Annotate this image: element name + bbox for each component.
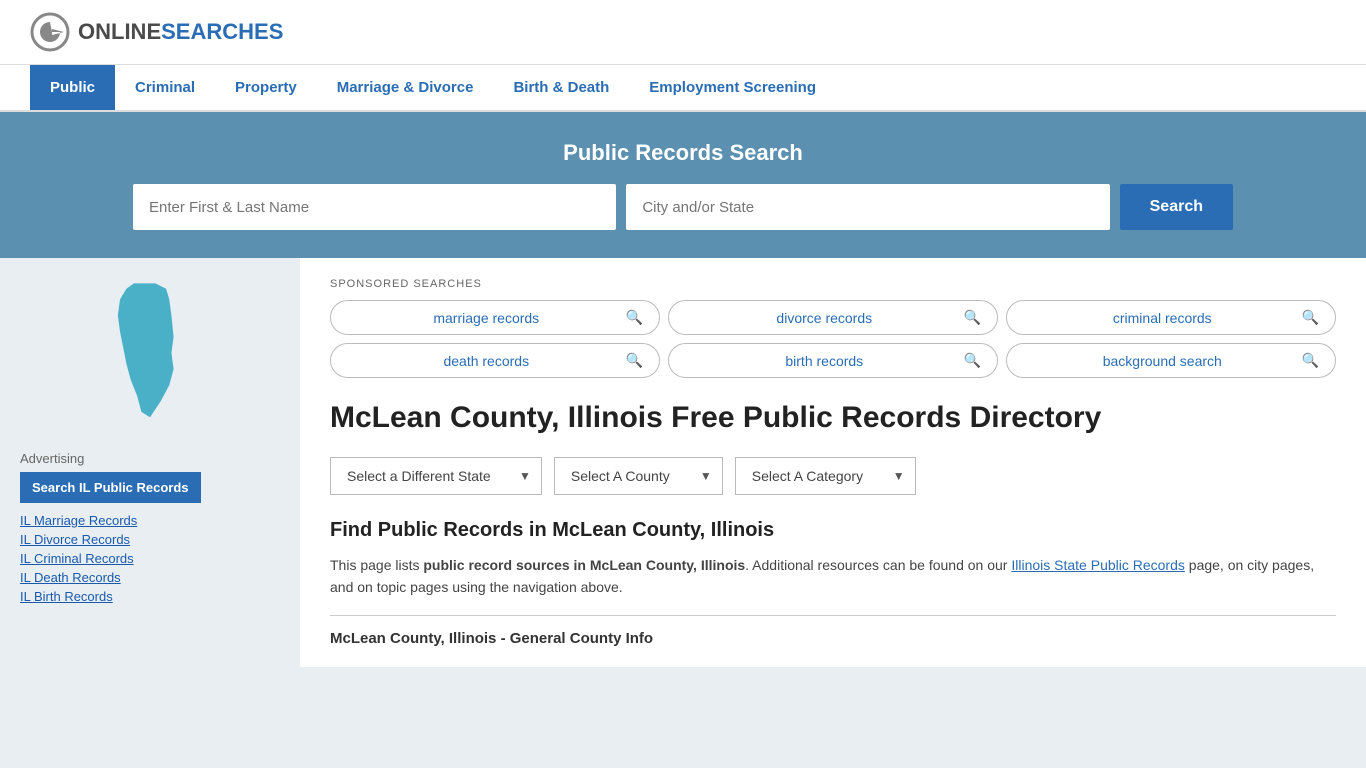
tag-birth-records[interactable]: birth records 🔍 xyxy=(668,343,998,378)
search-button[interactable]: Search xyxy=(1120,184,1233,230)
tag-background-search-text: background search xyxy=(1023,353,1302,369)
sidebar-link-criminal[interactable]: IL Criminal Records xyxy=(20,551,280,566)
category-dropdown-arrow: ▼ xyxy=(893,469,905,483)
tag-background-search[interactable]: background search 🔍 xyxy=(1006,343,1336,378)
county-dropdown[interactable]: Select A County Cook County McLean Count… xyxy=(565,458,696,494)
search-icon-2: 🔍 xyxy=(964,309,981,326)
illinois-map xyxy=(20,278,280,431)
sidebar: Advertising Search IL Public Records IL … xyxy=(0,258,300,667)
state-dropdown[interactable]: Select a Different State Alabama Alaska … xyxy=(341,458,515,494)
tag-divorce-records-text: divorce records xyxy=(685,310,964,326)
tag-death-records[interactable]: death records 🔍 xyxy=(330,343,660,378)
sponsored-label: SPONSORED SEARCHES xyxy=(330,278,1336,290)
state-dropdown-arrow: ▼ xyxy=(519,469,531,483)
illinois-records-link[interactable]: Illinois State Public Records xyxy=(1011,557,1185,573)
search-icon-5: 🔍 xyxy=(964,352,981,369)
nav-item-employment[interactable]: Employment Screening xyxy=(629,65,836,110)
nav-item-public[interactable]: Public xyxy=(30,65,115,110)
page-title: McLean County, Illinois Free Public Reco… xyxy=(330,398,1336,437)
tag-birth-records-text: birth records xyxy=(685,353,964,369)
sidebar-link-divorce[interactable]: IL Divorce Records xyxy=(20,532,280,547)
state-dropdown-wrapper: Select a Different State Alabama Alaska … xyxy=(330,457,542,495)
illinois-map-svg xyxy=(90,278,210,428)
sidebar-link-marriage[interactable]: IL Marriage Records xyxy=(20,513,280,528)
description-text-1: This page lists xyxy=(330,557,423,573)
county-info-heading: McLean County, Illinois - General County… xyxy=(330,615,1336,647)
advertising-label: Advertising xyxy=(20,451,280,466)
location-input[interactable] xyxy=(626,184,1109,230)
search-icon-4: 🔍 xyxy=(626,352,643,369)
name-input[interactable] xyxy=(133,184,616,230)
search-icon-1: 🔍 xyxy=(626,309,643,326)
logo: ONLINESEARCHES xyxy=(30,12,283,52)
search-icon-3: 🔍 xyxy=(1302,309,1319,326)
tag-marriage-records[interactable]: marriage records 🔍 xyxy=(330,300,660,335)
sidebar-link-birth[interactable]: IL Birth Records xyxy=(20,589,280,604)
description-text-2: . Additional resources can be found on o… xyxy=(745,557,1011,573)
nav-item-birth-death[interactable]: Birth & Death xyxy=(493,65,629,110)
logo-icon xyxy=(30,12,70,52)
tag-criminal-records[interactable]: criminal records 🔍 xyxy=(1006,300,1336,335)
search-icon-6: 🔍 xyxy=(1302,352,1319,369)
sponsored-tags: marriage records 🔍 divorce records 🔍 cri… xyxy=(330,300,1336,378)
tag-death-records-text: death records xyxy=(347,353,626,369)
nav-item-property[interactable]: Property xyxy=(215,65,317,110)
sidebar-ad-button[interactable]: Search IL Public Records xyxy=(20,472,201,503)
tag-criminal-records-text: criminal records xyxy=(1023,310,1302,326)
description-bold: public record sources in McLean County, … xyxy=(423,557,745,573)
content-area: SPONSORED SEARCHES marriage records 🔍 di… xyxy=(300,258,1366,667)
county-dropdown-wrapper: Select A County Cook County McLean Count… xyxy=(554,457,723,495)
nav-item-criminal[interactable]: Criminal xyxy=(115,65,215,110)
county-dropdown-arrow: ▼ xyxy=(700,469,712,483)
description-paragraph: This page lists public record sources in… xyxy=(330,554,1336,599)
category-dropdown-wrapper: Select A Category Birth Records Death Re… xyxy=(735,457,916,495)
main-nav: Public Criminal Property Marriage & Divo… xyxy=(0,65,1366,112)
search-banner: Public Records Search Search xyxy=(0,112,1366,258)
find-heading: Find Public Records in McLean County, Il… xyxy=(330,519,1336,542)
dropdowns-row: Select a Different State Alabama Alaska … xyxy=(330,457,1336,495)
tag-marriage-records-text: marriage records xyxy=(347,310,626,326)
header: ONLINESEARCHES xyxy=(0,0,1366,65)
search-row: Search xyxy=(133,184,1233,230)
main-wrapper: Advertising Search IL Public Records IL … xyxy=(0,258,1366,667)
logo-text: ONLINESEARCHES xyxy=(78,19,283,45)
search-banner-title: Public Records Search xyxy=(30,140,1336,166)
category-dropdown[interactable]: Select A Category Birth Records Death Re… xyxy=(746,458,889,494)
tag-divorce-records[interactable]: divorce records 🔍 xyxy=(668,300,998,335)
nav-item-marriage-divorce[interactable]: Marriage & Divorce xyxy=(317,65,494,110)
sidebar-link-death[interactable]: IL Death Records xyxy=(20,570,280,585)
